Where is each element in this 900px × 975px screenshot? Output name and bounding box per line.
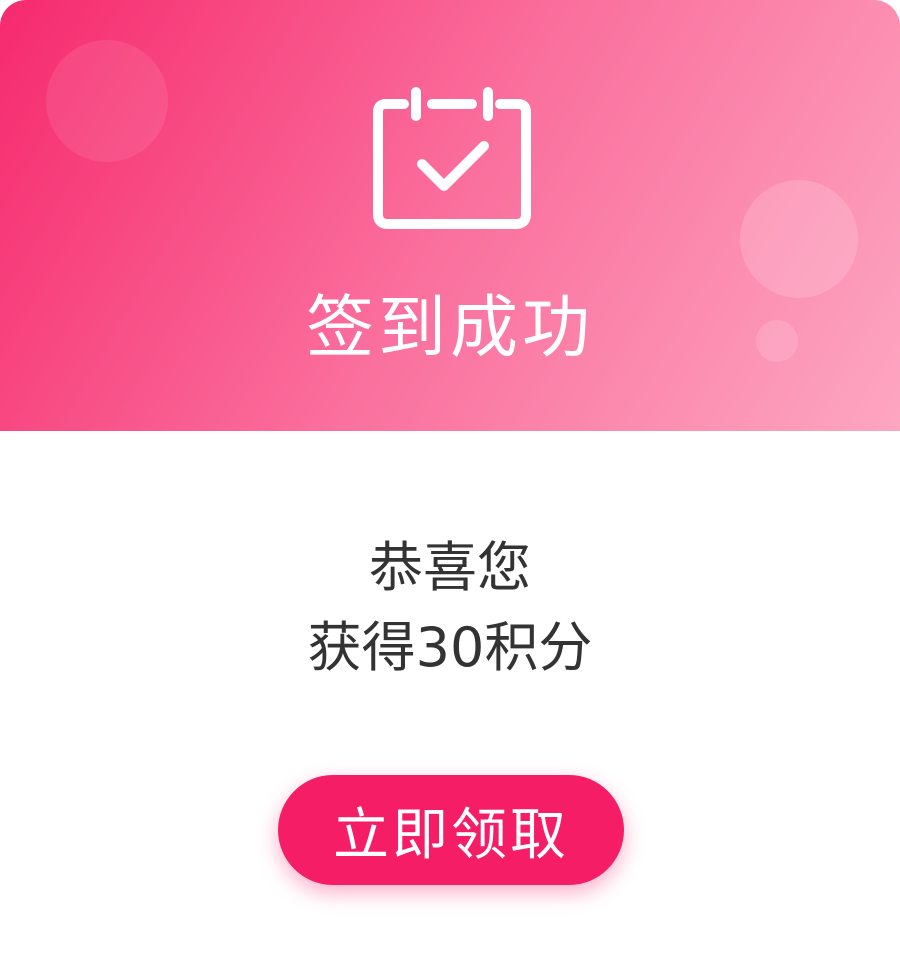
points-text: 获得30积分 [307, 616, 593, 679]
page-title: 签到成功 [305, 289, 594, 368]
sign-in-success-dialog: 签到成功 恭喜您 获得30积分 立即领取 [0, 0, 900, 975]
congrats-text: 恭喜您 [369, 536, 531, 599]
header-banner: 签到成功 [0, 0, 900, 431]
claim-button[interactable]: 立即领取 [278, 775, 624, 885]
reward-message: 恭喜您 获得30积分 [0, 528, 900, 688]
decorative-bubble [46, 40, 168, 162]
calendar-check-icon [373, 87, 531, 229]
